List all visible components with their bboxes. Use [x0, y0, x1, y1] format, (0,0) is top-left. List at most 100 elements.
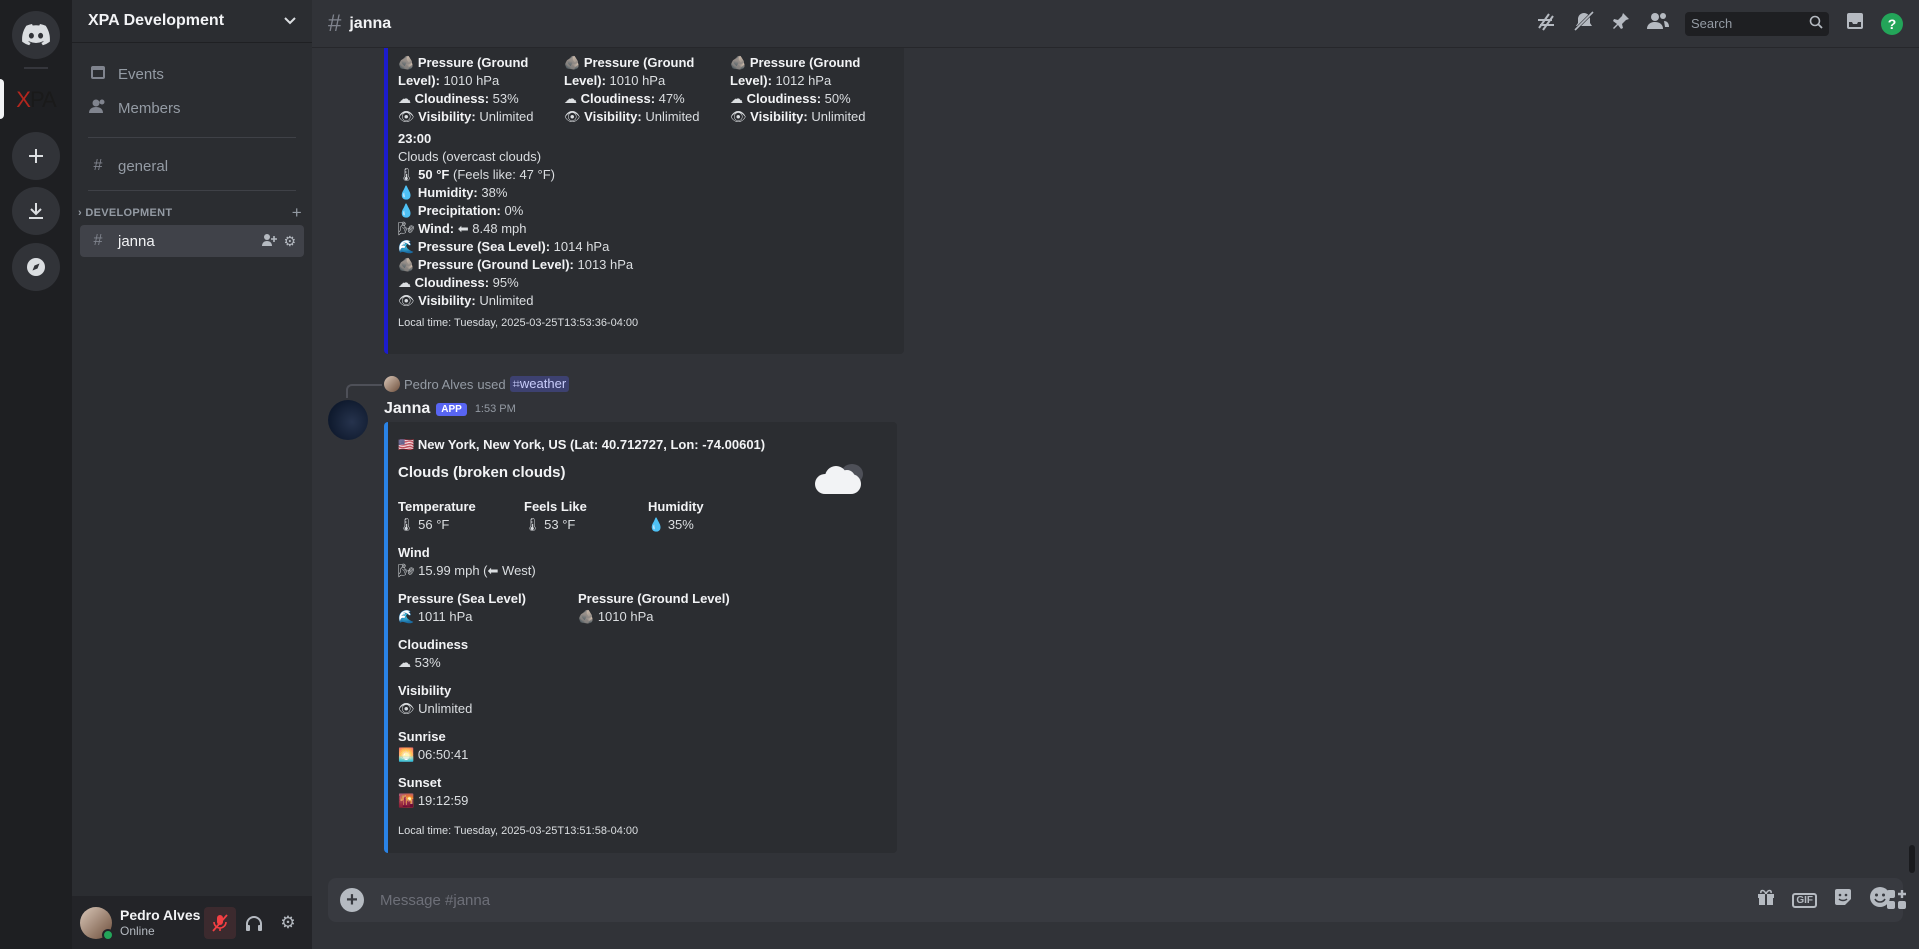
- category-development[interactable]: › DEVELOPMENT +: [78, 203, 306, 223]
- weather-forecast-embed: 🪨 Pressure (Ground Level): 1010 hPa ☁ Clo…: [384, 48, 904, 354]
- add-server-icon[interactable]: [12, 132, 60, 180]
- us-flag-icon: 🇺🇸: [398, 437, 415, 452]
- online-status-icon: [102, 928, 114, 941]
- field-cloudiness: ☁ Cloudiness: 95%: [398, 275, 519, 290]
- sidebar-item-label: general: [118, 157, 169, 175]
- field-visibility: 👁 Visibility: Unlimited: [398, 293, 534, 308]
- field-cloudiness: ☁ Cloudiness: 47%: [564, 91, 685, 106]
- pin-icon[interactable]: [1611, 11, 1631, 37]
- channel-tools: ⚙: [262, 233, 296, 250]
- invite-icon[interactable]: [262, 233, 278, 250]
- gear-icon[interactable]: ⚙: [283, 233, 296, 250]
- settings-gear-icon[interactable]: ⚙: [272, 907, 304, 939]
- cloud-thumbnail-icon: [813, 460, 867, 496]
- field-cloudiness: Cloudiness ☁ 53%: [398, 637, 469, 670]
- embed-color-bar: [384, 48, 388, 354]
- message-timestamp: 1:53 PM: [474, 403, 516, 415]
- member-list-icon[interactable]: [1647, 12, 1669, 36]
- field-cloudiness: ☁ Cloudiness: 53%: [398, 91, 519, 106]
- field-pressure-sea: Pressure (Sea Level) 🌊 1011 hPa: [398, 591, 526, 624]
- forecast-column: 🪨 Pressure (Ground Level): 1012 hPa ☁ Clo…: [730, 48, 890, 126]
- threads-icon[interactable]: [1535, 10, 1557, 38]
- field-visibility: Visibility 👁 Unlimited: [398, 683, 473, 716]
- weather-condition: Clouds (broken clouds): [398, 464, 566, 481]
- sidebar-divider: [88, 190, 296, 191]
- server-rail: X PA: [0, 0, 72, 949]
- sidebar-item-label: Members: [118, 99, 181, 117]
- field-sunset: Sunset 🌇 19:12:59: [398, 775, 469, 808]
- embed-author: 🇺🇸 New York, New York, US (Lat: 40.71272…: [398, 436, 828, 454]
- bot-avatar[interactable]: [328, 400, 368, 440]
- scrollbar-thumb[interactable]: [1909, 845, 1915, 873]
- server-name: XPA Development: [88, 12, 225, 29]
- field-cloudiness: ☁ Cloudiness: 50%: [730, 91, 851, 106]
- mute-microphone-icon[interactable]: [204, 906, 236, 939]
- forecast-column: 🪨 Pressure (Ground Level): 1010 hPa ☁ Clo…: [564, 48, 724, 126]
- category-label: › DEVELOPMENT: [78, 207, 173, 219]
- create-channel-icon[interactable]: +: [292, 203, 302, 223]
- discord-home-icon[interactable]: [12, 11, 60, 59]
- avatar[interactable]: [80, 906, 114, 941]
- attach-plus-icon[interactable]: +: [340, 888, 364, 912]
- field-wind: Wind 🌬 15.99 mph (⬅ West): [398, 545, 536, 578]
- discover-compass-icon[interactable]: [12, 243, 60, 291]
- search-icon: [1809, 15, 1823, 32]
- notification-muted-icon[interactable]: [1573, 10, 1595, 38]
- hash-icon: #: [328, 9, 342, 37]
- user-status: Online: [120, 923, 155, 938]
- field-sunrise: Sunrise 🌅 06:50:41: [398, 729, 469, 762]
- field-visibility: 👁 Visibility: Unlimited: [730, 109, 866, 124]
- hash-icon: #: [93, 157, 103, 174]
- field-humidity: Humidity 💧 35%: [648, 499, 704, 532]
- field-visibility: 👁 Visibility: Unlimited: [564, 109, 700, 124]
- help-icon[interactable]: ?: [1881, 12, 1903, 35]
- chevron-down-icon: [284, 14, 296, 28]
- gift-icon[interactable]: [1756, 887, 1776, 913]
- app-window: X PA XPA Development Events Members # ge…: [0, 0, 1919, 949]
- forecast-hour-block: 23:00 Clouds (overcast clouds) 🌡 50 °F (…: [398, 130, 718, 332]
- embed-local-time: Local time: Tuesday, 2025-03-25T13:53:36…: [398, 317, 639, 329]
- field-pressure-ground: 🪨 Pressure (Ground Level): 1010 hPa: [564, 55, 695, 88]
- forecast-hour: 23:00: [398, 131, 432, 146]
- field-pressure-sea: 🌊 Pressure (Sea Level): 1014 hPa: [398, 239, 610, 254]
- headphones-icon[interactable]: [238, 907, 270, 939]
- forecast-column: 🪨 Pressure (Ground Level): 1010 hPa ☁ Clo…: [398, 48, 558, 126]
- sidebar-item-janna[interactable]: # janna ⚙: [80, 225, 304, 257]
- slash-command-chip[interactable]: ⌗weather: [509, 376, 570, 392]
- sidebar-item-events[interactable]: Events: [80, 58, 304, 90]
- forecast-condition: Clouds (overcast clouds): [398, 149, 542, 164]
- field-pressure-ground: 🪨 Pressure (Ground Level): 1013 hPa: [398, 257, 634, 272]
- gif-icon[interactable]: GIF: [1792, 892, 1817, 908]
- download-apps-icon[interactable]: [12, 187, 60, 235]
- message-input[interactable]: Message #janna: [380, 892, 490, 909]
- message-header: Janna APP 1:53 PM: [384, 400, 516, 418]
- user-info[interactable]: Pedro Alves Online: [120, 907, 200, 939]
- reply-used-text: used: [477, 376, 506, 392]
- field-precipitation: 💧 Precipitation: 0%: [398, 203, 524, 218]
- search-input[interactable]: Search: [1685, 11, 1829, 36]
- sidebar-item-label: Events: [118, 65, 164, 83]
- user-controls: ⚙: [204, 906, 304, 939]
- sticker-icon[interactable]: [1833, 887, 1853, 913]
- inbox-icon[interactable]: [1845, 11, 1865, 37]
- embed-color-bar: [384, 422, 388, 853]
- server-header[interactable]: XPA Development: [72, 0, 312, 43]
- field-pressure-ground: 🪨 Pressure (Ground Level): 1010 hPa: [398, 55, 529, 88]
- reply-reference[interactable]: Pedro Alves used ⌗weather: [384, 376, 570, 392]
- sidebar-item-members[interactable]: Members: [80, 92, 304, 124]
- location-label: New York, New York, US (Lat: 40.712727, …: [417, 437, 766, 452]
- sidebar-item-general[interactable]: # general: [80, 150, 304, 182]
- channel-header: # janna Search ?: [312, 0, 1919, 48]
- message-composer: + Message #janna GIF: [328, 878, 1903, 922]
- rail-separator: [24, 67, 48, 69]
- field-pressure-ground: 🪨 Pressure (Ground Level): 1012 hPa: [730, 55, 861, 88]
- apps-icon[interactable]: [1885, 888, 1909, 917]
- sidebar-item-label: janna: [118, 232, 155, 250]
- app-badge: APP: [436, 402, 467, 416]
- message-author[interactable]: Janna: [384, 400, 430, 418]
- channel-sidebar: XPA Development Events Members # general…: [72, 0, 312, 949]
- field-pressure-ground: Pressure (Ground Level) 🪨 1010 hPa: [578, 591, 730, 624]
- reply-username[interactable]: Pedro Alves: [404, 377, 473, 392]
- server-xpa-logo[interactable]: X PA: [12, 76, 60, 124]
- field-wind: 🌬 Wind: ⬅ 8.48 mph: [398, 221, 527, 236]
